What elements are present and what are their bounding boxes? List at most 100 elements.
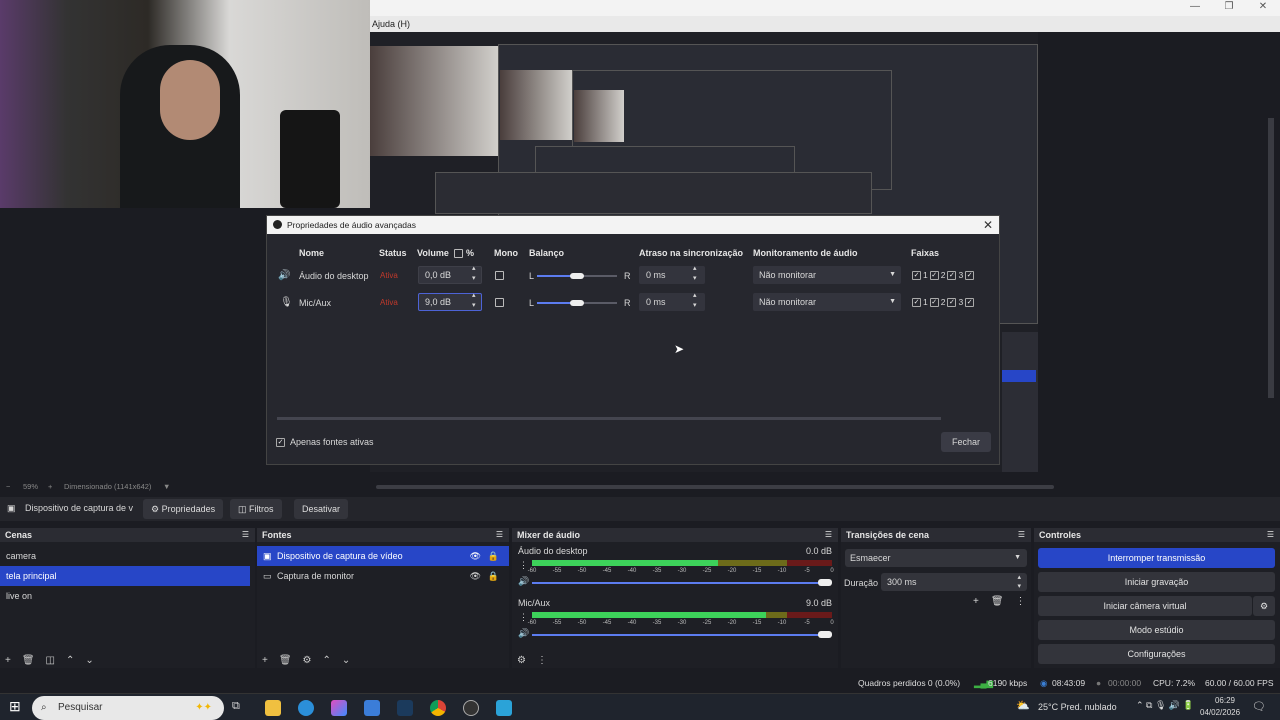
dock-menu-icon[interactable]: ☰ <box>825 528 832 542</box>
volume-knob[interactable] <box>818 631 832 638</box>
speaker-icon[interactable]: 🔊 <box>518 576 529 587</box>
steam-icon[interactable] <box>397 700 413 716</box>
trash-icon[interactable]: 🗑 <box>22 655 35 666</box>
more-icon[interactable]: ⋮ <box>1016 596 1026 607</box>
edge-icon[interactable] <box>298 700 314 716</box>
task-view-icon[interactable]: ⧉ <box>232 700 248 716</box>
more-icon[interactable]: ⋮ <box>519 612 528 623</box>
gear-icon[interactable]: ⚙ <box>303 655 312 666</box>
close-window-button[interactable]: ✕ <box>1246 0 1280 16</box>
dock-menu-icon[interactable]: ☰ <box>496 528 503 542</box>
volume-knob[interactable] <box>818 579 832 586</box>
balance-slider[interactable] <box>537 273 617 279</box>
speaker-icon[interactable]: 🔊 <box>518 628 529 639</box>
deactivate-button[interactable]: Desativar <box>294 499 349 519</box>
mono-checkbox[interactable] <box>495 298 504 307</box>
taskbar-search[interactable]: ⌕ Pesquisar ✦✦ <box>32 696 224 720</box>
chevron-down-icon[interactable]: ▼ <box>163 481 170 493</box>
balance-knob[interactable] <box>570 273 584 279</box>
eye-icon[interactable]: 👁 <box>470 546 481 566</box>
notification-icon[interactable]: 🗨 <box>1252 700 1266 713</box>
volume-slider[interactable] <box>532 582 830 584</box>
scale-mode[interactable]: Dimensionado (1141x642) <box>64 481 151 493</box>
duration-field[interactable]: 300 ms ▴ ▾ <box>881 573 1027 591</box>
sync-stepper[interactable]: ▴ ▾ <box>693 264 697 284</box>
balance-slider[interactable] <box>537 300 617 306</box>
track-checkbox[interactable]: ✓ <box>912 297 921 307</box>
more-icon[interactable]: ⋮ <box>519 560 528 571</box>
monitor-dropdown[interactable]: Não monitorar ▼ <box>753 266 901 284</box>
minimize-button[interactable]: — <box>1178 0 1212 16</box>
dialog-hscrollbar[interactable] <box>277 417 941 420</box>
volume-slider[interactable] <box>532 634 830 636</box>
zoom-in-button[interactable]: + <box>48 481 52 493</box>
source-item[interactable]: ▭ Captura de monitor 👁 🔒 <box>257 566 509 586</box>
duration-stepper[interactable]: ▴ ▾ <box>1017 573 1021 591</box>
stop-streaming-button[interactable]: Interromper transmissão <box>1038 548 1275 568</box>
settings-button[interactable]: Configurações <box>1038 644 1275 664</box>
person-face <box>160 60 220 140</box>
move-up-icon[interactable]: ⌃ <box>66 655 74 666</box>
filters-button[interactable]: ◫ Filtros <box>230 499 282 519</box>
preview-hscrollbar[interactable] <box>376 485 1054 489</box>
dock-menu-icon[interactable]: ☰ <box>1018 528 1025 542</box>
virtual-camera-button[interactable]: Iniciar câmera virtual <box>1038 596 1252 616</box>
dock-menu-icon[interactable]: ☰ <box>1267 528 1274 542</box>
add-icon[interactable]: + <box>5 655 11 666</box>
scene-item[interactable]: live on <box>0 586 251 606</box>
add-icon[interactable]: + <box>262 655 268 666</box>
track-checkbox[interactable]: ✓ <box>965 297 975 307</box>
move-down-icon[interactable]: ⌄ <box>85 655 93 666</box>
balance-knob[interactable] <box>570 300 584 306</box>
track-checkbox[interactable]: ✓ <box>947 297 957 307</box>
monitor-dropdown[interactable]: Não monitorar ▼ <box>753 293 901 311</box>
dock-menu-icon[interactable]: ☰ <box>242 528 249 542</box>
track-checkbox[interactable]: ✓ <box>965 270 975 280</box>
more-icon[interactable]: ⋮ <box>537 655 547 666</box>
lock-icon[interactable]: 🔒 <box>488 566 499 586</box>
mono-checkbox[interactable] <box>495 271 504 280</box>
trash-icon[interactable]: 🗑 <box>279 655 292 666</box>
filter-icon[interactable]: ◫ <box>46 655 55 666</box>
balance-right-label: R <box>624 298 631 308</box>
close-icon[interactable]: ✕ <box>983 216 993 234</box>
eye-icon[interactable]: 👁 <box>470 566 481 586</box>
copilot-icon[interactable] <box>331 700 347 716</box>
only-active-checkbox[interactable]: ✓ <box>276 437 285 447</box>
windows-start-icon[interactable]: ⊞ <box>9 698 21 715</box>
source-item[interactable]: ▣ Dispositivo de captura de vídeo 👁 🔒 <box>257 546 509 566</box>
scene-item[interactable]: tela principal <box>0 566 250 586</box>
preview-scrollbar[interactable] <box>1268 118 1274 398</box>
chrome-icon[interactable] <box>430 700 446 716</box>
move-up-icon[interactable]: ⌃ <box>323 655 331 666</box>
properties-button[interactable]: ⚙ Propriedades <box>143 499 224 519</box>
volume-stepper[interactable]: ▴ ▾ <box>472 264 476 284</box>
trash-icon[interactable]: 🗑 <box>991 596 1004 607</box>
volume-stepper[interactable]: ▴ ▾ <box>472 291 476 311</box>
transition-dropdown[interactable]: Esmaecer ▼ <box>845 549 1027 567</box>
sync-stepper[interactable]: ▴ ▾ <box>693 291 697 311</box>
only-active-option[interactable]: ✓ Apenas fontes ativas <box>276 437 374 447</box>
start-recording-button[interactable]: Iniciar gravação <box>1038 572 1275 592</box>
file-explorer-icon[interactable] <box>265 700 281 716</box>
close-button[interactable]: Fechar <box>941 432 991 452</box>
track-checkbox[interactable]: ✓ <box>947 270 957 280</box>
track-checkbox[interactable]: ✓ <box>929 270 939 280</box>
app-icon[interactable] <box>496 700 512 716</box>
menu-help[interactable]: Ajuda (H) <box>372 19 410 29</box>
scene-item[interactable]: camera <box>0 546 251 566</box>
lock-icon[interactable]: 🔒 <box>488 546 499 566</box>
store-icon[interactable] <box>364 700 380 716</box>
zoom-out-button[interactable]: − <box>6 481 10 493</box>
track-checkbox[interactable]: ✓ <box>912 270 921 280</box>
move-down-icon[interactable]: ⌄ <box>342 655 350 666</box>
obs-icon[interactable] <box>463 700 479 716</box>
restore-button[interactable]: ❐ <box>1212 0 1246 16</box>
studio-mode-button[interactable]: Modo estúdio <box>1038 620 1275 640</box>
add-icon[interactable]: + <box>973 596 979 607</box>
advanced-audio-icon[interactable]: ⚙ <box>517 655 526 666</box>
gear-icon[interactable]: ⚙ <box>1253 596 1275 616</box>
tray-icons[interactable]: ⌃ ⧉ 🎙 🔊 🔋 <box>1136 700 1194 711</box>
track-checkbox[interactable]: ✓ <box>929 297 939 307</box>
percent-checkbox[interactable] <box>454 249 463 258</box>
